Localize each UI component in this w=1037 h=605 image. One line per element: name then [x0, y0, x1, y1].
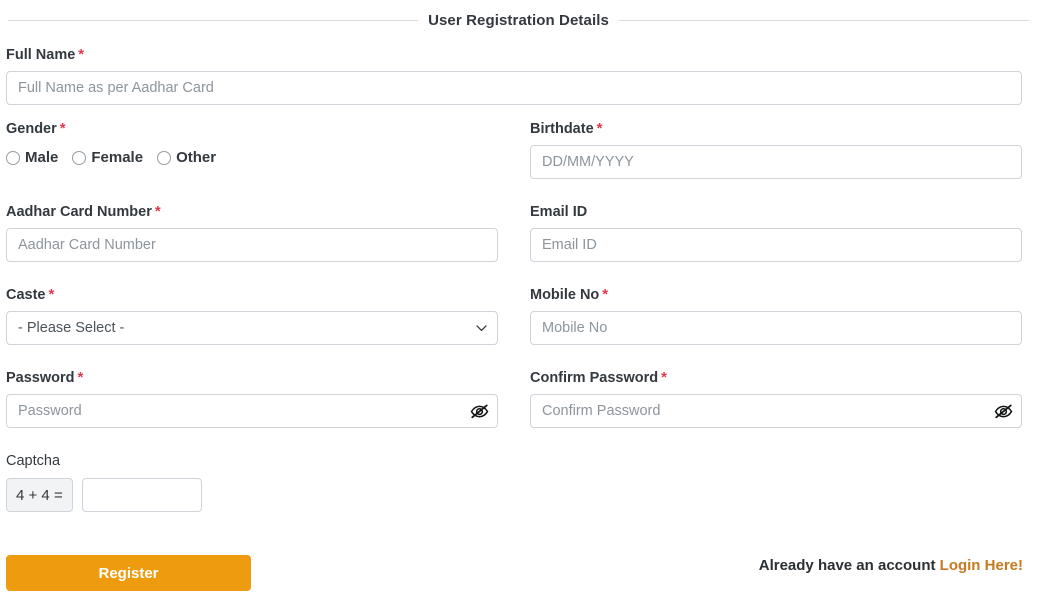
radio-circle-icon[interactable]: [72, 150, 87, 165]
confirm-password-wrapper: [530, 394, 1022, 428]
form-row-caste-mobile: Caste * - Please Select - Mobile No *: [0, 286, 1037, 369]
field-email-id: Email ID: [530, 203, 1022, 262]
field-confirm-password: Confirm Password *: [530, 369, 1022, 428]
radio-circle-icon[interactable]: [157, 150, 172, 165]
label-email-text: Email ID: [530, 204, 588, 220]
mobile-no-input[interactable]: [530, 311, 1022, 345]
password-wrapper: [6, 394, 498, 428]
legend-rule-right: [618, 20, 1030, 21]
required-marker: *: [661, 369, 667, 386]
label-caste-text: Caste: [6, 287, 46, 303]
label-gender: Gender *: [6, 120, 498, 138]
eye-slash-icon[interactable]: [992, 401, 1014, 421]
legend-rule-left: [8, 20, 419, 21]
email-id-input[interactable]: [530, 228, 1022, 262]
radio-option-other[interactable]: Other: [157, 149, 216, 167]
label-email-id: Email ID: [530, 203, 1022, 221]
caste-select[interactable]: - Please Select -: [6, 311, 498, 345]
label-confirm-password-text: Confirm Password: [530, 370, 659, 386]
label-confirm-password: Confirm Password *: [530, 369, 1022, 387]
caste-select-wrapper: - Please Select -: [6, 311, 498, 345]
field-aadhar-card-number: Aadhar Card Number *: [6, 203, 498, 262]
captcha-answer-input[interactable]: [81, 478, 202, 512]
register-button[interactable]: Register: [6, 555, 251, 591]
radio-label-male: Male: [25, 148, 59, 166]
label-birthdate-text: Birthdate: [530, 121, 594, 137]
label-aadhar-text: Aadhar Card Number: [6, 204, 152, 220]
aadhar-card-number-input[interactable]: [6, 228, 498, 262]
required-marker: *: [78, 46, 85, 63]
form-row-passwords: Password* Confirm Password*: [0, 369, 1037, 452]
required-marker: *: [77, 369, 84, 386]
label-mobile-no: Mobile No *: [530, 286, 1022, 304]
registration-form: Full Name* Gender* Male Female: [0, 46, 1037, 522]
label-birthdate: Birthdate *: [530, 120, 1022, 138]
field-full-name: Full Name *: [6, 46, 1022, 105]
page-title: User Registration Details: [428, 12, 609, 29]
label-password-text: Password: [6, 370, 75, 386]
radio-option-male[interactable]: Male: [6, 149, 58, 167]
radio-label-other: Other: [176, 148, 217, 166]
captcha-row: 4 + 4 =: [6, 478, 498, 512]
field-captcha: Captcha 4 + 4 =: [6, 452, 498, 512]
label-mobile-text: Mobile No: [530, 287, 600, 303]
existing-account-text: Already have an account: [758, 557, 936, 574]
login-here-link[interactable]: Login Here!: [940, 557, 1023, 574]
radio-circle-icon[interactable]: [6, 150, 20, 165]
form-footer: Register Already have an account Login H…: [0, 551, 1037, 593]
gender-radio-group: Male Female Other: [6, 145, 498, 169]
captcha-question: 4 + 4 =: [6, 478, 73, 512]
section-legend: User Registration Details: [8, 12, 1030, 29]
label-full-name-text: Full Name: [6, 47, 76, 63]
form-row-gender-birthdate: Gender * Male Female Other Birthdate * D…: [0, 120, 1037, 203]
caste-selected-value: - Please Select -: [18, 320, 125, 336]
existing-account-note: Already have an account Login Here!: [759, 557, 1023, 574]
radio-label-female: Female: [91, 148, 144, 166]
required-marker: *: [48, 286, 55, 303]
confirm-password-input[interactable]: [530, 394, 1022, 428]
label-password: Password *: [6, 369, 498, 387]
required-marker: *: [154, 203, 161, 220]
eye-slash-icon[interactable]: [468, 401, 490, 421]
radio-option-female[interactable]: Female: [72, 149, 143, 167]
password-input[interactable]: [6, 394, 498, 428]
required-marker: *: [602, 286, 609, 303]
birthdate-input[interactable]: [530, 145, 1022, 179]
label-full-name: Full Name *: [6, 46, 1022, 64]
required-marker: *: [59, 120, 66, 137]
field-gender: Gender * Male Female Other: [6, 120, 498, 169]
field-mobile-no: Mobile No *: [530, 286, 1022, 345]
field-caste: Caste * - Please Select -: [6, 286, 498, 345]
form-row-captcha: Captcha 4 + 4 =: [0, 452, 1037, 522]
label-caste: Caste *: [6, 286, 498, 304]
label-gender-text: Gender: [6, 121, 57, 137]
form-row-full-name: Full Name *: [0, 46, 1037, 120]
registration-page: User Registration Details Full Name* Gen…: [0, 0, 1037, 605]
field-password: Password *: [6, 369, 498, 428]
required-marker: *: [596, 120, 603, 137]
full-name-input[interactable]: [6, 71, 1022, 105]
label-aadhar-card-number: Aadhar Card Number *: [6, 203, 498, 221]
field-birthdate: Birthdate *: [530, 120, 1022, 179]
label-captcha: Captcha: [6, 453, 61, 469]
form-row-aadhar-email: Aadhar Card Number* Email ID: [0, 203, 1037, 286]
